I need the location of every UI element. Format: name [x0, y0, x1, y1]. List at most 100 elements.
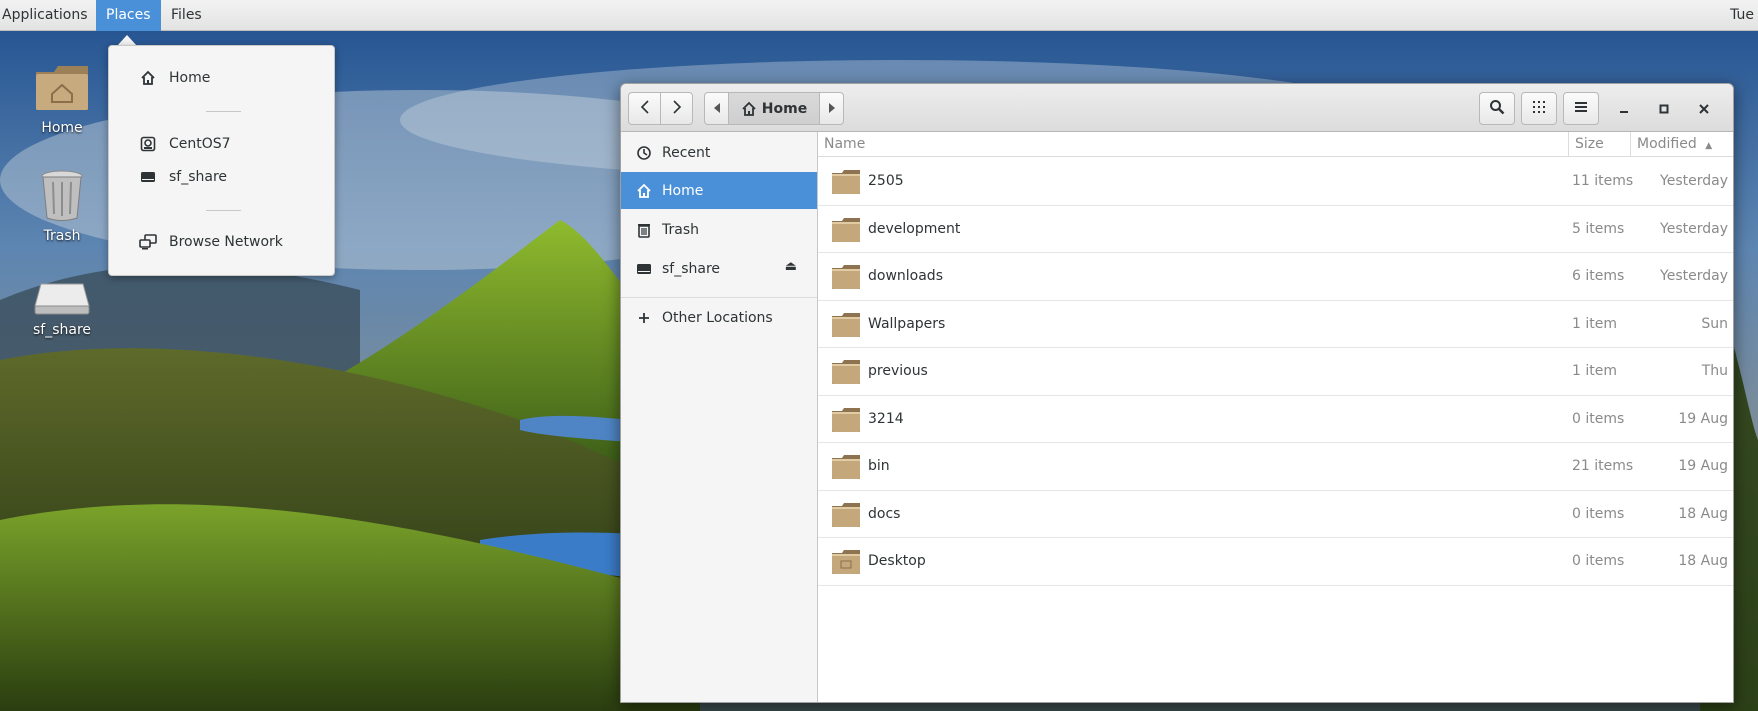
file-list: Name Size Modified ▲ 2505 11 items Yesterd… [818, 132, 1733, 702]
table-row[interactable]: bin 21 items 19 Aug [818, 443, 1733, 491]
sidebar-item-home[interactable]: Home [621, 172, 817, 209]
close-icon [1699, 99, 1709, 118]
top-bar: Applications Places Files Tue [0, 0, 1758, 31]
column-header-size[interactable]: Size [1568, 132, 1604, 157]
header-bar: Home [621, 84, 1733, 132]
trash-icon [635, 221, 653, 239]
close-button[interactable] [1687, 92, 1721, 125]
file-size: 11 items [1572, 173, 1634, 190]
minimize-button[interactable] [1607, 92, 1641, 125]
maximize-button[interactable] [1647, 92, 1681, 125]
drive-icon [139, 168, 157, 186]
file-size: 6 items [1572, 268, 1625, 285]
desktop-icon-label: sf_share [32, 322, 92, 338]
maximize-icon [1659, 99, 1669, 118]
table-row[interactable]: Desktop 0 items 18 Aug [818, 538, 1733, 586]
file-modified: Yesterday [1660, 173, 1728, 190]
file-size: 1 item [1572, 315, 1617, 332]
table-row[interactable]: downloads 6 items Yesterday [818, 253, 1733, 301]
file-name: bin [868, 458, 890, 475]
forward-button[interactable] [660, 92, 693, 125]
sidebar-item-label: sf_share [662, 260, 721, 277]
table-row[interactable]: 2505 11 items Yesterday [818, 158, 1733, 206]
sidebar: Recent Home Trash sf_share ⏏ Other Locat… [621, 132, 818, 702]
places-item-label: Browse Network [169, 234, 283, 250]
path-scroll-left-button[interactable] [704, 92, 729, 125]
desktop-icon-trash[interactable]: Trash [7, 168, 117, 244]
path-button-home[interactable]: Home [728, 92, 820, 125]
back-button[interactable] [628, 92, 661, 125]
home-icon [741, 101, 757, 117]
file-size: 0 items [1572, 505, 1625, 522]
clock-icon [635, 144, 653, 162]
column-header-name[interactable]: Name [824, 132, 865, 157]
table-row[interactable]: Wallpapers 1 item Sun [818, 301, 1733, 348]
trash-icon [41, 170, 83, 221]
desktop-icon-label: Trash [43, 228, 81, 244]
column-header-modified[interactable]: Modified ▲ [1630, 132, 1730, 157]
network-icon [139, 233, 157, 251]
places-item-sf-share[interactable]: sf_share [139, 165, 227, 189]
column-header-label: Modified [1637, 136, 1697, 152]
file-size: 1 item [1572, 363, 1617, 380]
file-size: 0 items [1572, 410, 1625, 427]
chevron-left-icon [640, 99, 650, 118]
minimize-icon [1619, 99, 1629, 118]
files-menu[interactable]: Files [161, 0, 212, 31]
menu-separator [206, 210, 241, 211]
applications-menu[interactable]: Applications [0, 0, 98, 31]
eject-icon[interactable]: ⏏ [785, 259, 797, 274]
file-name: previous [868, 363, 928, 380]
sidebar-item-label: Home [662, 182, 704, 199]
file-modified: 19 Aug [1678, 410, 1728, 427]
table-row[interactable]: previous 1 item Thu [818, 348, 1733, 396]
home-folder-icon [36, 66, 88, 110]
folder-icon [831, 502, 861, 532]
file-name: 3214 [868, 410, 904, 427]
table-row[interactable]: docs 0 items 18 Aug [818, 491, 1733, 538]
places-item-centos7[interactable]: CentOS7 [139, 132, 231, 156]
list-header: Name Size Modified ▲ [818, 132, 1733, 157]
grid-view-button[interactable] [1521, 92, 1557, 125]
home-icon [139, 69, 157, 87]
clock[interactable]: Tue [1730, 0, 1754, 31]
search-button[interactable] [1479, 92, 1515, 125]
home-icon [635, 182, 653, 200]
file-modified: 18 Aug [1678, 553, 1728, 570]
sidebar-separator [621, 297, 817, 298]
desktop-folder-icon [831, 549, 861, 579]
folder-icon [831, 264, 861, 294]
desktop-icon-sf-share[interactable]: sf_share [7, 280, 117, 338]
sidebar-item-recent[interactable]: Recent [621, 134, 817, 171]
menu-separator [206, 111, 241, 112]
file-size: 0 items [1572, 553, 1625, 570]
menu-button[interactable] [1563, 92, 1599, 125]
file-size: 21 items [1572, 458, 1634, 475]
triangle-left-icon [713, 101, 720, 117]
file-name: Desktop [868, 553, 926, 570]
file-modified: Thu [1701, 363, 1728, 380]
file-modified: Sun [1701, 315, 1728, 332]
places-dropdown: Home CentOS7 sf_share Browse Network [108, 45, 335, 276]
folder-icon [831, 169, 861, 199]
table-row[interactable]: development 5 items Yesterday [818, 206, 1733, 253]
sidebar-item-other-locations[interactable]: Other Locations [621, 299, 817, 336]
file-modified: Yesterday [1660, 268, 1728, 285]
places-item-browse-network[interactable]: Browse Network [139, 230, 283, 254]
file-size: 5 items [1572, 220, 1625, 237]
path-scroll-right-button[interactable] [819, 92, 844, 125]
places-item-home[interactable]: Home [139, 66, 210, 90]
sidebar-item-trash[interactable]: Trash [621, 211, 817, 248]
file-name: development [868, 220, 961, 237]
sort-up-icon: ▲ [1705, 141, 1713, 151]
triangle-right-icon [828, 101, 835, 117]
file-name: docs [868, 505, 901, 522]
chevron-right-icon [672, 99, 682, 118]
file-name: 2505 [868, 173, 904, 190]
grid-icon [1532, 100, 1546, 118]
hamburger-icon [1574, 101, 1588, 117]
desktop-icon-home[interactable]: Home [7, 62, 117, 136]
sidebar-item-sf-share[interactable]: sf_share ⏏ [621, 250, 817, 287]
table-row[interactable]: 3214 0 items 19 Aug [818, 396, 1733, 443]
places-menu-button[interactable]: Places [96, 0, 161, 31]
